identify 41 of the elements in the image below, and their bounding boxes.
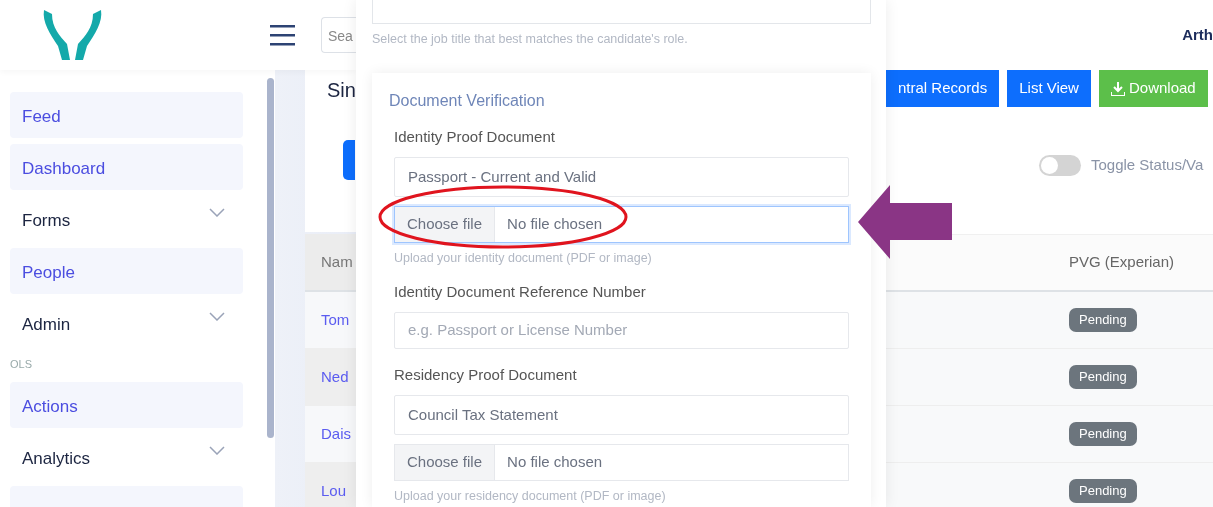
file-status-text: No file chosen [506,214,603,235]
toolbar-button[interactable]: List View [1007,70,1091,107]
status-badge: Pending [1069,308,1137,332]
status-badge: Pending [1069,365,1137,389]
sidebar-item[interactable]: People [10,248,243,294]
page-title: Sin [327,78,356,103]
field-label: Residency Proof Document [394,366,578,384]
section-title: Document Verification [389,91,546,111]
field-label: Identity Document Reference Number [394,283,647,301]
user-name[interactable]: Arth [1182,23,1213,47]
sidebar-item[interactable]: Analytics [10,434,243,480]
hint-text: Select the job title that best matches the candidate's role. [372,31,689,47]
action-button[interactable] [343,140,355,180]
chevron-icon [209,208,225,217]
toggle-label: Toggle Status/Va [1091,154,1204,175]
file-status-text: No file chosen [506,452,603,473]
toggle-switch[interactable] [1039,154,1081,176]
hint-text: Upload your identity document (PDF or image) [394,250,653,266]
sidebar-item[interactable]: Actions [10,382,243,428]
field-label: Identity Proof Document [394,128,556,146]
sidebar-item[interactable]: Dashboard [10,144,243,190]
column-header: PVG (Experian) [1069,252,1175,273]
select-field[interactable]: Passport - Current and Valid [394,157,849,197]
choose-file-button[interactable]: Choose file [395,445,496,480]
column-header: Nam [321,251,353,272]
chevron-icon [209,312,225,321]
status-badge: Pending [1069,479,1137,503]
status-badge: Pending [1069,422,1137,446]
file-input[interactable]: Choose file No file chosen [394,206,849,243]
sidebar-item[interactable]: Admin [10,300,243,346]
toolbar-button[interactable]: ntral Records [886,70,1000,107]
menu-icon[interactable] [270,24,295,46]
file-input[interactable]: Choose file No file chosen [394,444,849,481]
section-label: OLS [10,356,33,372]
sidebar-item[interactable]: Feed [10,92,243,138]
chevron-icon [209,446,225,455]
download-icon [1110,81,1125,96]
choose-file-button[interactable]: Choose file [395,207,496,242]
select-field[interactable]: Council Tax Statement [394,395,849,435]
sidebar-item[interactable]: Forms [10,196,243,242]
hint-text: Upload your residency document (PDF or image) [394,488,667,504]
